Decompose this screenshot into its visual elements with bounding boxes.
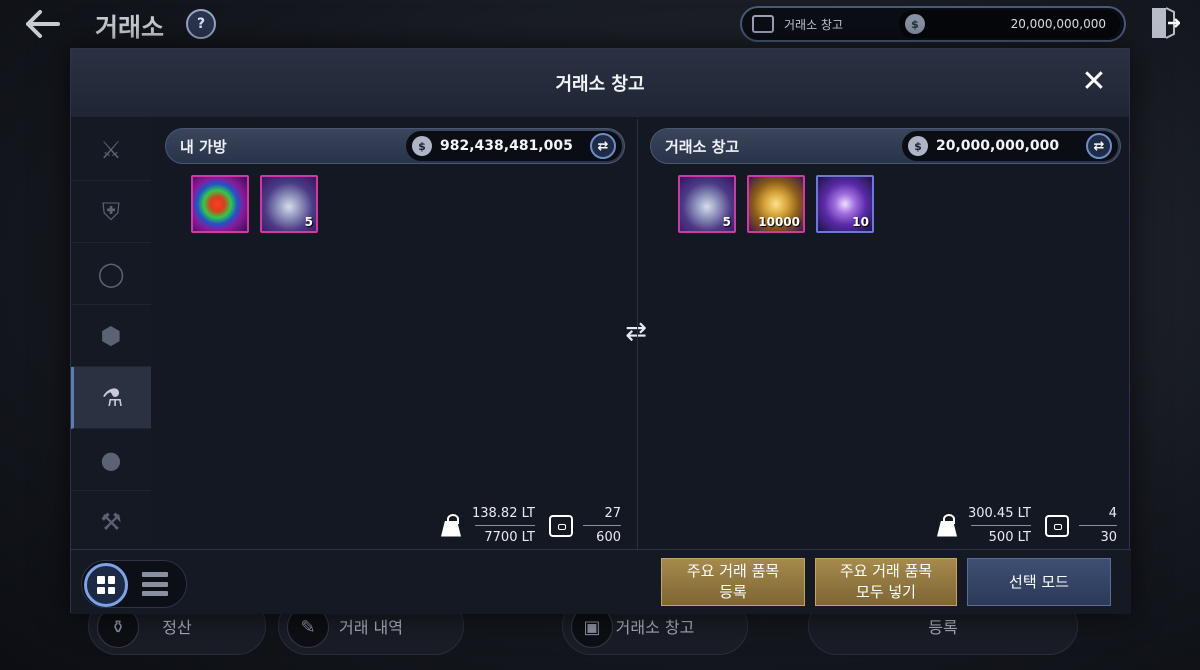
slots-max: 600 xyxy=(596,530,621,545)
item-count: 5 xyxy=(304,215,313,229)
top-bar: 거래소 ? 거래소 창고 $ 20,000,000,000 xyxy=(0,0,1200,48)
slot-fraction: 4 30 xyxy=(1079,506,1117,545)
modal-title: 거래소 창고 xyxy=(555,74,645,95)
gold-ore-icon[interactable]: 10000 xyxy=(747,175,805,233)
book-question-icon[interactable]: ? xyxy=(186,9,216,39)
slot-fraction: 27 600 xyxy=(583,506,621,545)
warehouse-header: 거래소 창고 $ 20,000,000,000 ⇄ xyxy=(650,128,1121,164)
crossed-swords-icon: ⚔ xyxy=(100,135,122,164)
warehouse-bg-label: 거래소 창고 xyxy=(615,618,695,637)
my-bag-header: 내 가방 $ 982,438,481,005 ⇄ xyxy=(165,128,625,164)
my-bag-capacity: 138.82 LT 7700 LT 27 600 xyxy=(440,506,621,545)
register-label: 등록 xyxy=(928,618,958,637)
weight-max: 500 LT xyxy=(988,530,1031,545)
category-sidebar: ⚔ ⛨ ◯ ⬢ ⚗ ● ⚒ xyxy=(71,119,151,553)
close-icon[interactable]: ✕ xyxy=(1079,67,1109,97)
my-bag-item-grid: 5 xyxy=(153,164,635,233)
exit-door-icon[interactable] xyxy=(1148,6,1180,40)
chest-icon xyxy=(752,15,774,33)
warehouse-title: 거래소 창고 xyxy=(665,137,740,156)
weight-icon xyxy=(440,513,462,538)
bag-slots-icon xyxy=(1045,514,1069,537)
weight-fraction: 300.45 LT 500 LT xyxy=(968,506,1031,545)
category-gem[interactable]: ⬢ xyxy=(71,305,151,367)
warehouse-item-grid: 5 10000 10 xyxy=(638,164,1131,233)
transfer-currency-icon[interactable]: ⇄ xyxy=(590,133,616,159)
put-all-main-items-button[interactable]: 주요 거래 품목 모두 넣기 xyxy=(815,558,957,606)
silver-coin-icon: $ xyxy=(412,136,432,156)
weight-fraction: 138.82 LT 7700 LT xyxy=(472,506,535,545)
crystal-ore-icon[interactable]: 5 xyxy=(678,175,736,233)
warehouse-balance-amount: 20,000,000,000 xyxy=(936,138,1060,154)
warehouse-amount: 20,000,000,000 xyxy=(1010,17,1106,31)
purple-orb-icon[interactable]: 10 xyxy=(816,175,874,233)
slots-current: 27 xyxy=(604,506,621,521)
transfer-currency-icon[interactable]: ⇄ xyxy=(1086,133,1112,159)
my-bag-title: 내 가방 xyxy=(180,137,227,156)
item-count: 10 xyxy=(852,215,869,229)
category-consumable[interactable]: ⚗ xyxy=(71,367,151,429)
rainbow-orb-icon[interactable] xyxy=(191,175,249,233)
list-view-icon[interactable] xyxy=(142,572,168,596)
trade-history-label: 거래 내역 xyxy=(339,618,403,637)
slots-max: 30 xyxy=(1100,530,1117,545)
ring-icon: ◯ xyxy=(97,259,125,288)
bomb-icon: ● xyxy=(100,445,122,474)
warehouse-panel: 거래소 창고 $ 20,000,000,000 ⇄ 5 10000 10 300… xyxy=(637,119,1131,549)
register-main-items-button[interactable]: 주요 거래 품목 등록 xyxy=(661,558,805,606)
weight-current: 300.45 LT xyxy=(967,506,1031,521)
warehouse-currency-bar: 거래소 창고 $ 20,000,000,000 xyxy=(740,6,1126,42)
armor-icon: ⛨ xyxy=(102,197,120,226)
item-count: 5 xyxy=(722,215,731,229)
warehouse-modal: 거래소 창고 ✕ ⚔ ⛨ ◯ ⬢ ⚗ ● ⚒ 내 가방 $ 982,438,48… xyxy=(70,48,1131,614)
select-mode-button[interactable]: 선택 모드 xyxy=(967,558,1111,606)
modal-header: 거래소 창고 ✕ xyxy=(71,49,1129,117)
warehouse-capacity: 300.45 LT 500 LT 4 30 xyxy=(936,506,1117,545)
page-title: 거래소 xyxy=(95,13,165,42)
category-armor[interactable]: ⛨ xyxy=(71,181,151,243)
weight-icon xyxy=(936,513,958,538)
crystal-ore-icon[interactable]: 5 xyxy=(260,175,318,233)
category-bomb[interactable]: ● xyxy=(71,429,151,491)
category-accessory[interactable]: ◯ xyxy=(71,243,151,305)
slots-current: 4 xyxy=(1108,506,1117,521)
warehouse-balance: $ 20,000,000,000 ⇄ xyxy=(902,131,1118,161)
view-toggle xyxy=(81,560,187,608)
back-arrow-icon[interactable] xyxy=(22,8,62,40)
category-weapons[interactable]: ⚔ xyxy=(71,119,151,181)
settlement-label: 정산 xyxy=(162,618,192,637)
silver-coin-icon: $ xyxy=(908,136,928,156)
weight-current: 138.82 LT xyxy=(471,506,535,521)
potion-bag-icon: ⚗ xyxy=(101,383,124,412)
my-bag-balance: $ 982,438,481,005 ⇄ xyxy=(406,131,622,161)
silver-coin-icon: $ xyxy=(905,14,925,34)
grid-view-icon[interactable] xyxy=(84,563,128,607)
item-count: 10000 xyxy=(758,215,800,229)
warehouse-label: 거래소 창고 xyxy=(784,17,844,32)
my-bag-panel: 내 가방 $ 982,438,481,005 ⇄ 5 138.82 LT 770… xyxy=(153,119,635,549)
bag-slots-icon xyxy=(549,514,573,537)
category-tools[interactable]: ⚒ xyxy=(71,491,151,553)
gem-icon: ⬢ xyxy=(100,321,122,350)
modal-footer: 주요 거래 품목 등록 주요 거래 품목 모두 넣기 선택 모드 xyxy=(71,549,1131,614)
pickaxe-hammer-icon: ⚒ xyxy=(100,507,122,536)
my-bag-balance-amount: 982,438,481,005 xyxy=(440,138,573,154)
weight-max: 7700 LT xyxy=(484,530,535,545)
